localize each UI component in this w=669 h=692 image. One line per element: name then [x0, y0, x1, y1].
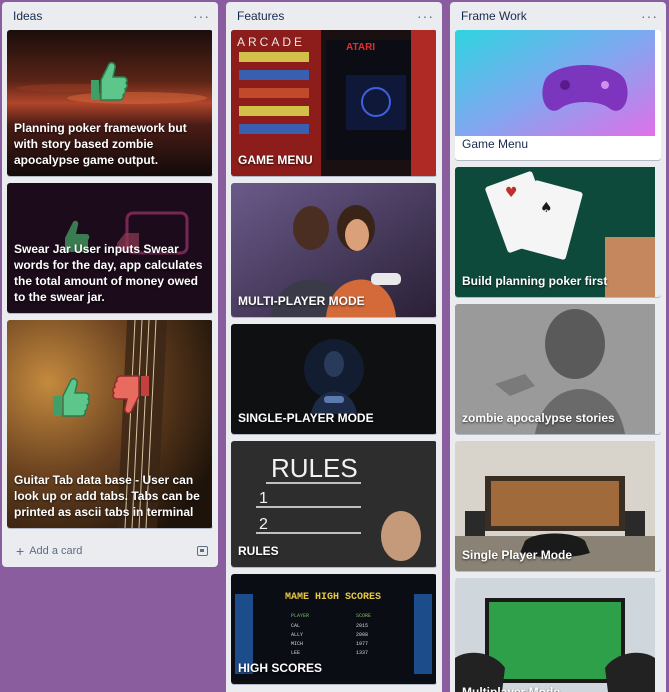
- list-frame-work: Frame Work ··· Game Menu ♥ ♠ Build plann…: [450, 2, 666, 692]
- card-guitar-tab[interactable]: Guitar Tab data base - User can look up …: [7, 320, 213, 528]
- list-header: Features ···: [226, 2, 442, 30]
- list-header: Ideas ···: [2, 2, 218, 30]
- card-planning-poker[interactable]: Planning poker framework but with story …: [7, 30, 213, 176]
- card-title: HIGH SCORES: [238, 661, 323, 675]
- soccer-game-image: [455, 578, 655, 692]
- card-zombie-stories[interactable]: zombie apocalypse stories: [455, 304, 661, 434]
- more-options-icon[interactable]: ···: [417, 9, 434, 23]
- rules-item-2: 2: [259, 516, 268, 533]
- arcade-text: ARCADE: [237, 35, 305, 49]
- card-title: GAME MENU: [238, 153, 313, 167]
- plus-icon: +: [16, 543, 25, 559]
- card-single-player-mode[interactable]: Single Player Mode: [455, 441, 661, 571]
- card-title: MULTI-PLAYER MODE: [238, 294, 365, 308]
- card-game-menu[interactable]: ARCADE ATARI GAME MENU: [231, 30, 437, 176]
- card-template-icon[interactable]: [197, 546, 208, 556]
- scores-row-name: MICH: [291, 641, 303, 647]
- card-title: SINGLE-PLAYER MODE: [238, 411, 374, 425]
- card-title: RULES: [238, 544, 279, 558]
- card-title: zombie apocalypse stories: [462, 411, 615, 425]
- rules-chalk-text: RULES: [271, 453, 358, 483]
- card-build-planning-poker[interactable]: ♥ ♠ Build planning poker first: [455, 167, 661, 297]
- card-multiplayer-mode[interactable]: Multiplayer Mode: [455, 578, 661, 692]
- list-title[interactable]: Features: [237, 9, 284, 23]
- list-features: Features ··· ARCADE ATARI GAME MENU MULT…: [226, 2, 442, 692]
- list-title[interactable]: Frame Work: [461, 9, 527, 23]
- controller-image: [455, 30, 655, 136]
- more-options-icon[interactable]: ···: [193, 9, 210, 23]
- scores-col-player: PLAYER: [291, 613, 309, 619]
- rules-item-1: 1: [259, 490, 268, 507]
- card-title: Guitar Tab data base - User can look up …: [14, 473, 200, 519]
- card-high-scores[interactable]: MAME HIGH SCORES PLAYER SCORE CAL 2015 A…: [231, 574, 437, 684]
- thumbs-up-icon: [53, 378, 90, 417]
- scores-row-score: 2008: [356, 632, 368, 638]
- add-card-label: Add a card: [29, 545, 83, 557]
- scores-row-score: 2015: [356, 623, 368, 629]
- card-title: Build planning poker first: [462, 274, 608, 288]
- scores-row-name: CAL: [291, 623, 300, 629]
- scores-row-name: ALLY: [291, 632, 303, 638]
- svg-text:♠: ♠: [540, 200, 553, 216]
- card-swear-jar[interactable]: Swear Jar User inputs Swear words for th…: [7, 183, 213, 313]
- card-title: Single Player Mode: [462, 548, 573, 562]
- card-single-player-mode[interactable]: SINGLE-PLAYER MODE: [231, 324, 437, 434]
- thumbs-down-icon: [112, 375, 149, 414]
- thumbs-up-icon: [91, 62, 128, 101]
- scores-row-score: 1977: [356, 641, 368, 647]
- scores-col-score: SCORE: [356, 613, 371, 619]
- scores-heading: MAME HIGH SCORES: [285, 592, 381, 603]
- card-title: Multiplayer Mode: [462, 685, 561, 692]
- card-rules[interactable]: RULES 1 2 RULES: [231, 441, 437, 567]
- list-header: Frame Work ···: [450, 2, 666, 30]
- card-game-menu[interactable]: Game Menu: [455, 30, 661, 160]
- more-options-icon[interactable]: ···: [641, 9, 658, 23]
- list-title[interactable]: Ideas: [13, 9, 42, 23]
- card-multi-player-mode[interactable]: MULTI-PLAYER MODE: [231, 183, 437, 317]
- scores-row-name: LEE: [291, 650, 300, 656]
- card-title: Swear Jar User inputs Swear words for th…: [14, 242, 203, 304]
- add-card-button[interactable]: + Add a card: [2, 535, 218, 567]
- card-title: Planning poker framework but with story …: [14, 121, 187, 167]
- atari-text: ATARI: [346, 42, 375, 53]
- scores-row-score: 1337: [356, 650, 368, 656]
- svg-text:♥: ♥: [505, 185, 518, 201]
- list-ideas: Ideas ··· Planning poker framework but w…: [2, 2, 218, 567]
- card-title: Game Menu: [462, 137, 529, 151]
